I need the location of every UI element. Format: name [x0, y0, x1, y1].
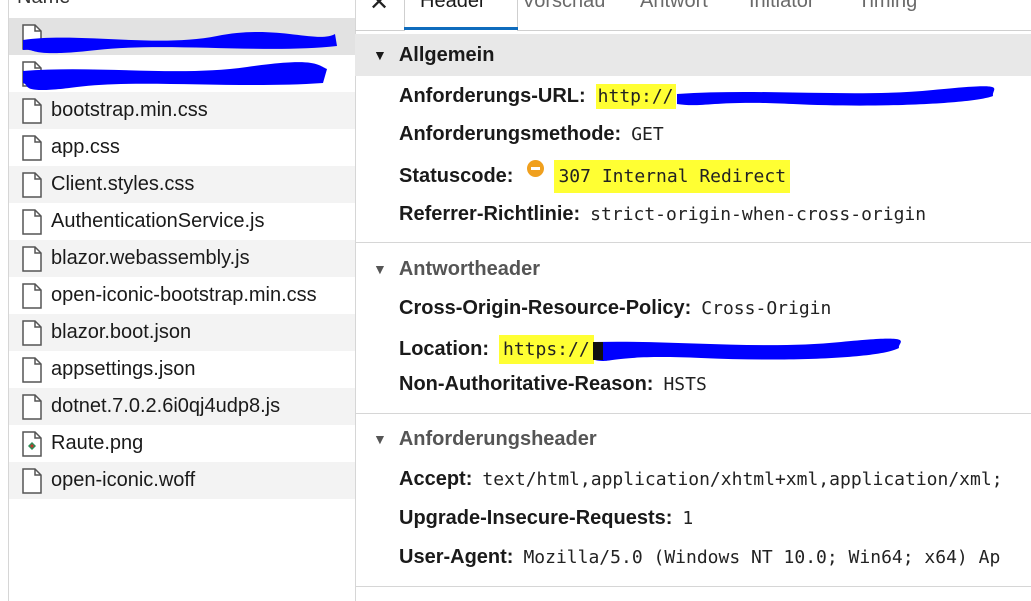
redaction-scribble: [677, 86, 995, 106]
request-row[interactable]: Raute.png: [9, 425, 355, 462]
request-row[interactable]: blazor.webassembly.js: [9, 240, 355, 277]
accept-value[interactable]: text/html,application/xhtml+xml,applicat…: [482, 469, 1002, 490]
request-url-key: Anforderungs-URL:: [399, 85, 586, 107]
request-url-value[interactable]: http://: [595, 84, 676, 109]
section-divider: [355, 242, 1031, 243]
status-code-value[interactable]: 307 Internal Redirect: [554, 160, 791, 193]
section-response-headers-title: Antwortheader: [398, 257, 540, 280]
redaction-scribble: [593, 338, 901, 361]
active-tab-indicator: [404, 27, 518, 30]
request-row[interactable]: open-iconic.woff: [9, 462, 355, 499]
upgrade-insecure-requests-value[interactable]: 1: [682, 508, 693, 529]
location-row: Location: https://: [399, 335, 594, 364]
location-key: Location:: [399, 338, 489, 360]
section-divider: [355, 413, 1031, 414]
status-code-key: Statuscode:: [399, 165, 514, 187]
section-request-headers-title: Anforderungsheader: [398, 427, 597, 450]
corp-key: Cross-Origin-Resource-Policy:: [399, 297, 692, 319]
request-row-label: app.css: [51, 136, 120, 158]
redaction-scribble: [23, 62, 327, 91]
request-method-row: Anforderungsmethode: GET: [399, 123, 664, 146]
non-authoritative-reason-row: Non-Authoritative-Reason: HSTS: [399, 373, 707, 396]
request-row[interactable]: AuthenticationService.js: [9, 203, 355, 240]
request-row[interactable]: open-iconic-bootstrap.min.css: [9, 277, 355, 314]
referrer-policy-key: Referrer-Richtlinie:: [399, 203, 581, 225]
location-value[interactable]: https://: [499, 335, 594, 364]
redaction-scribble: [23, 32, 337, 54]
request-row[interactable]: appsettings.json: [9, 351, 355, 388]
expand-triangle-icon: ▼: [373, 47, 387, 63]
corp-row: Cross-Origin-Resource-Policy: Cross-Orig…: [399, 297, 831, 320]
document-icon: [22, 356, 42, 383]
upgrade-insecure-requests-row: Upgrade-Insecure-Requests: 1: [399, 507, 693, 530]
section-general-header[interactable]: ▼ Allgemein: [355, 34, 1031, 76]
referrer-policy-row: Referrer-Richtlinie: strict-origin-when-…: [399, 203, 926, 226]
request-row-label: Raute.png: [51, 432, 144, 454]
expand-triangle-icon: ▼: [373, 431, 387, 447]
accept-row: Accept: text/html,application/xhtml+xml,…: [399, 468, 1003, 491]
request-row[interactable]: Client.styles.css: [9, 166, 355, 203]
document-icon: [22, 282, 42, 309]
request-method-value[interactable]: GET: [631, 124, 664, 145]
user-agent-key: User-Agent:: [399, 546, 514, 568]
document-icon: [22, 319, 42, 346]
request-row-label: bootstrap.min.css: [51, 99, 208, 121]
document-icon: [22, 171, 42, 198]
upgrade-insecure-requests-key: Upgrade-Insecure-Requests:: [399, 507, 673, 529]
non-authoritative-reason-key: Non-Authoritative-Reason:: [399, 373, 654, 395]
request-list-panel: Name bootstrap.min.css app.css Client.st…: [8, 0, 356, 601]
document-icon: [22, 245, 42, 272]
document-icon: [22, 97, 42, 124]
request-row-label: open-iconic-bootstrap.min.css: [51, 284, 317, 306]
request-row-label: appsettings.json: [51, 358, 196, 380]
tab-header[interactable]: Header: [420, 0, 486, 13]
request-row-label: blazor.boot.json: [51, 321, 192, 343]
non-authoritative-reason-value[interactable]: HSTS: [663, 374, 706, 395]
request-row-label: open-iconic.woff: [51, 469, 196, 491]
referrer-policy-value[interactable]: strict-origin-when-cross-origin: [590, 204, 926, 225]
request-method-key: Anforderungsmethode:: [399, 123, 622, 145]
request-row-label: AuthenticationService.js: [51, 210, 265, 232]
request-row[interactable]: dotnet.7.0.2.6i0qj4udp8.js: [9, 388, 355, 425]
request-row-label: blazor.webassembly.js: [51, 247, 250, 269]
corp-value[interactable]: Cross-Origin: [701, 298, 831, 319]
section-divider: [355, 586, 1031, 587]
tab-initiator[interactable]: Initiator: [749, 0, 815, 13]
user-agent-value[interactable]: Mozilla/5.0 (Windows NT 10.0; Win64; x64…: [523, 547, 1000, 568]
tab-timing[interactable]: Timing: [858, 0, 917, 13]
status-code-row: Statuscode: 307 Internal Redirect: [399, 160, 791, 193]
request-url-row: Anforderungs-URL: http://: [399, 84, 676, 109]
document-icon: [22, 467, 42, 494]
request-row-label: Client.styles.css: [51, 173, 195, 195]
request-row-label: dotnet.7.0.2.6i0qj4udp8.js: [51, 395, 281, 417]
tab-preview[interactable]: Vorschau: [522, 0, 605, 13]
warning-status-icon: [527, 160, 545, 177]
request-row[interactable]: app.css: [9, 129, 355, 166]
document-icon: [22, 208, 42, 235]
user-agent-row: User-Agent: Mozilla/5.0 (Windows NT 10.0…: [399, 546, 1000, 569]
document-icon: [22, 393, 42, 420]
request-row[interactable]: blazor.boot.json: [9, 314, 355, 351]
image-file-icon: [22, 430, 42, 457]
section-request-headers-header[interactable]: ▼ Anforderungsheader: [355, 418, 1031, 460]
document-icon: [22, 134, 42, 161]
request-details-panel: ✕ Header Vorschau Antwort Initiator Timi…: [355, 0, 1031, 601]
name-column-header[interactable]: Name: [17, 0, 70, 9]
tab-response[interactable]: Antwort: [640, 0, 708, 13]
section-general-title: Allgemein: [398, 43, 495, 66]
request-row[interactable]: bootstrap.min.css: [9, 92, 355, 129]
expand-triangle-icon: ▼: [373, 261, 387, 277]
details-tab-bar: ✕ Header Vorschau Antwort Initiator Timi…: [355, 0, 1031, 31]
close-icon[interactable]: ✕: [369, 0, 389, 17]
section-response-headers-header[interactable]: ▼ Antwortheader: [355, 248, 1031, 290]
accept-key: Accept:: [399, 468, 473, 490]
